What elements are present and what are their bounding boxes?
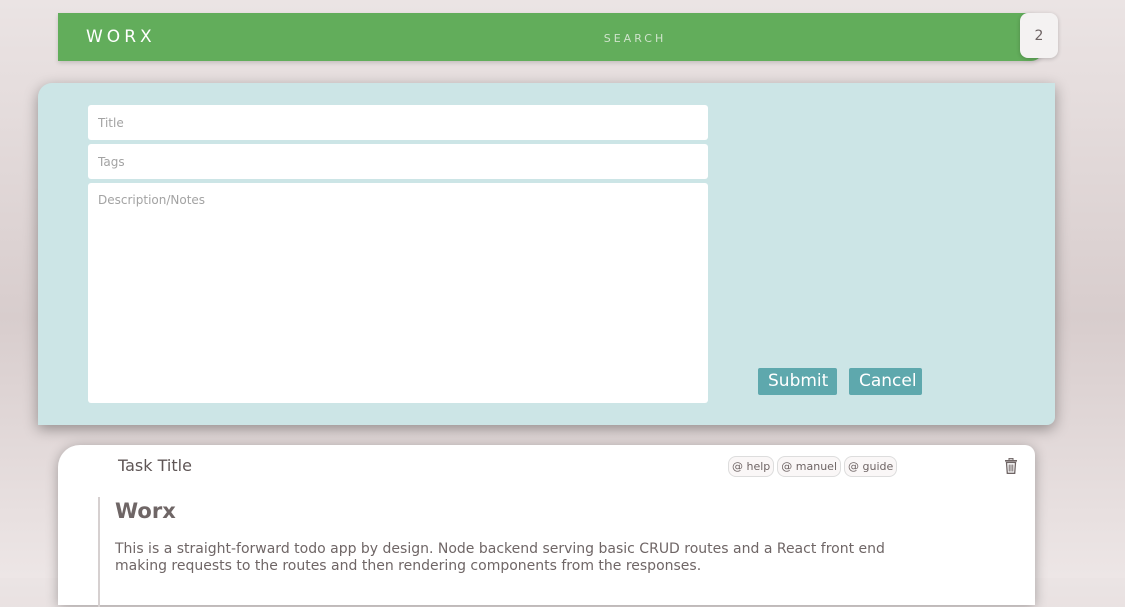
task-title: Task Title [118,456,192,475]
tag-guide[interactable]: @ guide [844,456,898,477]
search-input[interactable] [558,27,712,49]
brand-logo[interactable]: WORX [86,27,156,47]
trash-icon[interactable] [1004,458,1018,474]
cancel-button[interactable]: Cancel [849,368,922,395]
tags-input[interactable] [88,144,708,179]
new-task-form: Submit Cancel [38,83,1055,425]
task-description-block: Worx This is a straight-forward todo app… [98,497,935,607]
description-heading: Worx [115,499,176,523]
tag-help[interactable]: @ help [728,456,775,477]
description-textarea[interactable] [88,183,708,403]
task-count: 2 [1034,27,1044,44]
title-input[interactable] [88,105,708,140]
top-nav-bar: WORX [58,13,1043,61]
description-text: This is a straight-forward todo app by d… [115,541,885,574]
submit-button[interactable]: Submit [758,368,837,395]
task-tags: @ help @ manuel @ guide [728,456,898,477]
task-card[interactable]: Task Title @ help @ manuel @ guide Worx … [58,445,1035,607]
tag-manuel[interactable]: @ manuel [777,456,842,477]
task-count-badge[interactable]: 2 [1020,13,1058,58]
